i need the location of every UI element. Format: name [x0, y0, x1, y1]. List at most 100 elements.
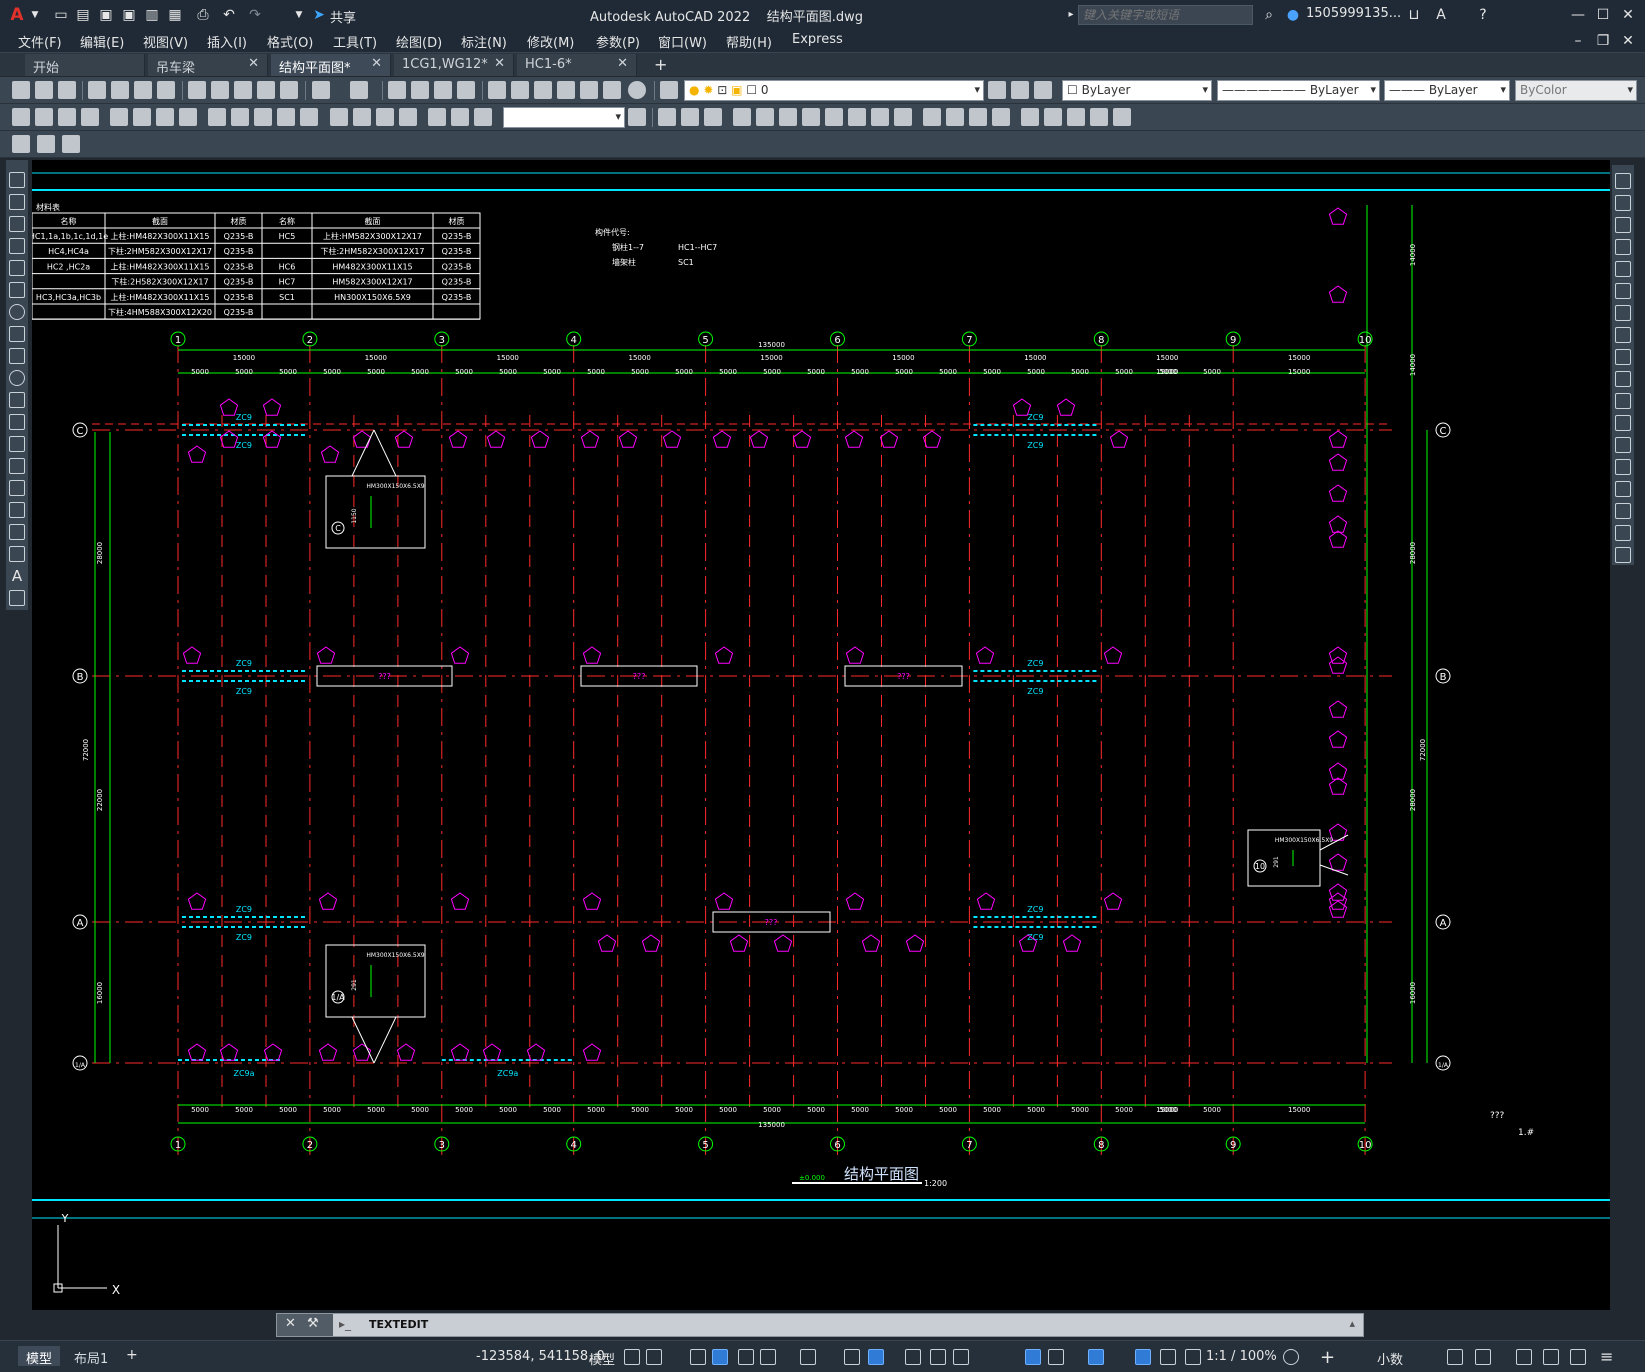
new-icon[interactable] [12, 81, 30, 99]
center-mark-icon[interactable] [353, 108, 371, 126]
menu-window[interactable]: 窗口(W) [658, 32, 707, 51]
region-icon[interactable] [9, 524, 25, 540]
tool-palettes-icon[interactable] [534, 81, 552, 99]
stretch-icon[interactable] [848, 108, 866, 126]
open-icon[interactable] [35, 81, 53, 99]
menu-help[interactable]: 帮助(H) [726, 32, 772, 51]
publish-icon[interactable] [134, 81, 152, 99]
3d-osnap-icon[interactable] [1025, 1349, 1041, 1365]
explode-icon[interactable] [1615, 547, 1631, 563]
array-icon[interactable] [1615, 261, 1631, 277]
angular-dim-icon[interactable] [179, 108, 197, 126]
ortho-icon[interactable] [712, 1349, 728, 1365]
polygon-icon[interactable] [9, 238, 25, 254]
tab-structure-plan[interactable]: 结构平面图* ✕ [271, 54, 391, 76]
doc-restore-icon[interactable]: ❐ [1592, 30, 1614, 52]
extend-icon[interactable] [894, 108, 912, 126]
design-center-icon[interactable] [511, 81, 529, 99]
arc-length-icon[interactable] [58, 108, 76, 126]
dim-style-icon[interactable] [628, 108, 646, 126]
command-line-handle[interactable]: ✕ ⚒ [277, 1314, 333, 1336]
pan-icon[interactable] [388, 81, 406, 99]
annotation-scale[interactable]: 1:1 / 100% [1206, 1349, 1277, 1364]
tab-close-icon[interactable]: ✕ [494, 56, 505, 71]
insert-block-icon[interactable] [9, 414, 25, 430]
array-icon[interactable] [756, 108, 774, 126]
menu-insert[interactable]: 插入(I) [207, 32, 247, 51]
gizmo-icon[interactable] [1088, 1349, 1104, 1365]
extend-icon[interactable] [1615, 393, 1631, 409]
close-icon[interactable]: ✕ [285, 1316, 296, 1331]
tab-layout1[interactable]: 布局1 [66, 1346, 116, 1367]
share-icon[interactable]: ➤ [310, 6, 328, 24]
model-space-toggle[interactable]: 模型 [589, 1349, 615, 1368]
aligned-dim-icon[interactable] [35, 108, 53, 126]
hardware-acceleration-icon[interactable] [1543, 1349, 1559, 1365]
copy-icon[interactable] [1615, 195, 1631, 211]
autocad-logo-icon[interactable]: A [8, 6, 26, 24]
customization-menu-icon[interactable]: ≡ [1600, 1347, 1613, 1366]
jogged-dim-icon[interactable] [133, 108, 151, 126]
menu-modify[interactable]: 修改(M) [527, 32, 574, 51]
tab-crane-beam[interactable]: 吊车梁 ✕ [148, 54, 268, 76]
erase-icon[interactable] [658, 108, 676, 126]
paste-icon[interactable] [234, 81, 252, 99]
join-icon[interactable] [1615, 459, 1631, 475]
annotation-visibility-icon[interactable] [1135, 1349, 1151, 1365]
move-icon[interactable] [1615, 283, 1631, 299]
chamfer-icon[interactable] [969, 108, 987, 126]
dynamic-ucs-icon[interactable] [844, 1349, 860, 1365]
app-menu-arrow-icon[interactable]: ▼ [26, 6, 44, 24]
pedit-icon[interactable] [1090, 108, 1108, 126]
menu-parametric[interactable]: 参数(P) [596, 32, 640, 51]
multiline-text-icon[interactable]: A [9, 568, 25, 584]
dim-break-icon[interactable] [300, 108, 318, 126]
properties-icon[interactable] [488, 81, 506, 99]
object-snap-icon[interactable] [868, 1349, 884, 1365]
tab-start[interactable]: 开始 [25, 54, 145, 76]
doc-close-icon[interactable]: ✕ [1617, 30, 1639, 52]
new-file-icon[interactable]: ▭ [52, 6, 70, 24]
open-file-icon[interactable]: ▤ [74, 6, 92, 24]
tab-close-icon[interactable]: ✕ [617, 56, 628, 71]
cut-icon[interactable] [188, 81, 206, 99]
rotate-icon[interactable] [802, 108, 820, 126]
dynamic-input-icon[interactable] [1048, 1349, 1064, 1365]
plot-preview-icon[interactable] [111, 81, 129, 99]
radius-dim-icon[interactable] [110, 108, 128, 126]
coordinates[interactable]: -123584, 541158, 0 [476, 1349, 605, 1364]
circle-icon[interactable] [9, 304, 25, 320]
copy-object-icon[interactable] [681, 108, 699, 126]
isodraft-icon[interactable] [760, 1349, 776, 1365]
quick-dim-icon[interactable] [208, 108, 226, 126]
hatch-edit-icon[interactable] [1113, 108, 1131, 126]
save-as-icon[interactable]: ▣ [120, 6, 138, 24]
inspection-icon[interactable] [376, 108, 394, 126]
close-icon[interactable]: ✕ [1617, 4, 1639, 26]
jogged-linear-icon[interactable] [399, 108, 417, 126]
break-icon[interactable] [1615, 437, 1631, 453]
break-at-point-icon[interactable] [1615, 415, 1631, 431]
block-editor-icon[interactable] [280, 81, 298, 99]
mirror-icon[interactable] [1615, 217, 1631, 233]
scale-icon[interactable] [1615, 327, 1631, 343]
transparency-icon[interactable] [930, 1349, 946, 1365]
3d-print-icon[interactable] [157, 81, 175, 99]
wrench-icon[interactable]: ⚒ [307, 1316, 319, 1331]
calculator-icon[interactable] [603, 81, 621, 99]
continue-dim-icon[interactable] [254, 108, 272, 126]
construction-line-icon[interactable] [9, 194, 25, 210]
add-layout-icon[interactable]: + [126, 1347, 138, 1363]
plot-icon[interactable] [88, 81, 106, 99]
lengthen-icon[interactable] [1067, 108, 1085, 126]
tab-close-icon[interactable]: ✕ [371, 56, 382, 71]
polar-icon[interactable] [738, 1349, 754, 1365]
linetype-dropdown[interactable]: ——————— ByLayer ▾ [1217, 80, 1380, 101]
selection-cycling-icon[interactable] [953, 1349, 969, 1365]
baseline-dim-icon[interactable] [231, 108, 249, 126]
maximize-icon[interactable]: ☐ [1592, 4, 1614, 26]
ordinate-dim-icon[interactable] [81, 108, 99, 126]
linear-dim-icon[interactable] [12, 108, 30, 126]
quick-properties-icon[interactable] [1447, 1349, 1463, 1365]
tab-model[interactable]: 模型 [18, 1346, 61, 1367]
